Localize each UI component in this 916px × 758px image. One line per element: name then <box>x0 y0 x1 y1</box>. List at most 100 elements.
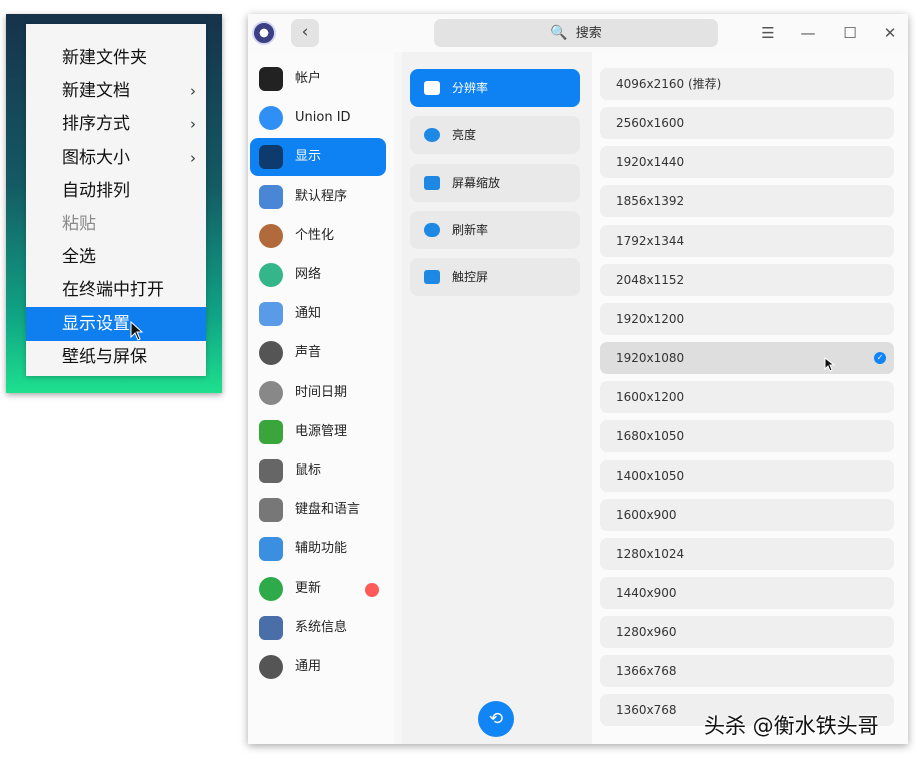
sidebar-item[interactable]: 系统信息 <box>250 609 386 647</box>
sidebar-item[interactable]: 电源管理 <box>250 413 386 451</box>
resolution-label: 4096x2160 (推荐) <box>616 77 722 91</box>
sidebar-item-label: 辅助功能 <box>295 541 348 557</box>
display-submenu: ⟲ 分辨率亮度屏幕缩放刷新率触控屏 <box>402 52 592 744</box>
resolution-label: 1680x1050 <box>616 429 685 444</box>
resolution-option[interactable]: 1366x768 <box>600 655 894 688</box>
resolution-label: 1280x960 <box>616 625 677 640</box>
sidebar-item[interactable]: 通知 <box>250 295 386 333</box>
resolution-option[interactable]: 1600x1200 <box>600 381 894 414</box>
context-menu-label: 粘贴 <box>62 214 96 234</box>
checkmark-icon: ✓ <box>874 352 886 365</box>
sidebar-item[interactable]: 通用 <box>250 648 386 686</box>
context-menu-item[interactable]: 壁纸与屏保 <box>26 340 206 374</box>
sidebar-item[interactable]: 时间日期 <box>250 374 386 412</box>
resolution-option[interactable]: 4096x2160 (推荐) <box>600 68 894 100</box>
display-submenu-item[interactable]: 分辨率 <box>410 69 580 107</box>
resolution-option[interactable]: 1440x900 <box>600 576 894 609</box>
sidebar-item[interactable]: Union ID <box>250 99 386 137</box>
mouse-pointer-icon <box>824 352 836 384</box>
sidebar-item[interactable]: 鼠标 <box>250 452 386 490</box>
display-submenu-item[interactable]: 刷新率 <box>410 210 580 249</box>
context-menu-item[interactable]: 图标大小 › <box>26 141 206 175</box>
resolution-label: 1400x1050 <box>616 468 685 483</box>
sidebar-item[interactable]: 个性化 <box>250 217 386 255</box>
general-icon <box>259 655 283 679</box>
back-button[interactable]: ‹ <box>291 19 319 47</box>
context-menu-item[interactable]: 新建文件夹 <box>26 41 206 75</box>
minimize-button[interactable]: — <box>797 22 819 44</box>
resolution-option[interactable]: 1280x1024 <box>600 537 894 570</box>
app-logo-icon <box>252 21 276 45</box>
sidebar-item[interactable]: 显示 <box>250 138 386 177</box>
rotate-screen-button[interactable]: ⟲ <box>478 701 514 737</box>
context-menu-item[interactable]: 新建文档 › <box>26 74 206 108</box>
sidebar-item-label: Union ID <box>295 110 351 126</box>
resolution-option[interactable]: 1856x1392 <box>600 185 894 218</box>
context-menu-item[interactable]: 全选 <box>26 240 206 274</box>
sidebar-item[interactable]: 声音 <box>250 334 386 372</box>
context-menu-item[interactable]: 自动排列 <box>26 174 206 208</box>
watermark-text: 头杀 @衡水铁头哥 <box>704 714 879 738</box>
sidebar-item[interactable]: 辅助功能 <box>250 530 386 568</box>
close-button[interactable]: ✕ <box>879 22 901 44</box>
resolution-option[interactable]: 2048x1152 <box>600 263 894 296</box>
display-submenu-label: 亮度 <box>452 128 477 143</box>
sidebar-item[interactable]: 键盘和语言 <box>250 491 386 529</box>
sidebar-item-label: 鼠标 <box>295 463 322 478</box>
context-menu-item[interactable]: 显示设置 <box>26 306 206 341</box>
sidebar-item-label: 声音 <box>295 345 322 361</box>
resolution-option[interactable]: 1280x960 <box>600 616 894 649</box>
sound-icon <box>259 341 283 366</box>
display-submenu-label: 触控屏 <box>452 270 489 285</box>
update-badge <box>365 583 379 597</box>
sidebar-item[interactable]: 网络 <box>250 256 386 294</box>
sidebar-item-label: 更新 <box>295 580 322 596</box>
resolution-option[interactable]: 1920x1440 <box>600 146 894 179</box>
resolution-label: 1920x1080 <box>616 351 685 366</box>
sidebar-item[interactable]: 默认程序 <box>250 178 386 216</box>
settings-sidebar: 帐户 Union ID 显示默认程序 个性化 网络 通知声音时间日期电源管理鼠标键盘和语言… <box>248 52 394 744</box>
resolution-option[interactable]: 1400x1050 <box>600 459 894 492</box>
context-menu-label: 全选 <box>62 247 96 268</box>
context-menu-item[interactable]: 排序方式 › <box>26 107 206 141</box>
context-menu-label: 新建文档 <box>62 81 130 102</box>
clock-icon <box>259 380 283 405</box>
desktop-background: 新建文件夹 新建文档 › 排序方式 › 图标大小 › 自动排列 粘贴 全选 在终端中打开 显示设置 壁纸… <box>6 14 222 393</box>
keyboard-icon <box>259 498 283 523</box>
display-submenu-item[interactable]: 屏幕缩放 <box>410 163 580 202</box>
context-menu-item[interactable]: 在终端中打开 <box>26 273 206 307</box>
sidebar-item[interactable]: 帐户 <box>250 60 386 98</box>
display-submenu-item[interactable]: 亮度 <box>410 116 580 155</box>
desktop-context-menu: 新建文件夹 新建文档 › 排序方式 › 图标大小 › 自动排列 粘贴 全选 在终端中打开 显示设置 壁纸… <box>26 24 206 376</box>
search-input[interactable]: 🔍 搜索 <box>434 19 718 47</box>
resolution-label: 1792x1344 <box>616 233 685 248</box>
display-submenu-item[interactable]: 触控屏 <box>410 258 580 297</box>
context-menu-label: 壁纸与屏保 <box>62 346 147 367</box>
sidebar-item-label: 通用 <box>295 659 322 674</box>
sidebar-item-label: 帐户 <box>295 71 322 86</box>
resolution-option[interactable]: 1920x1080 ✓ <box>600 342 894 375</box>
maximize-button[interactable]: ☐ <box>839 22 861 44</box>
sidebar-item-label: 时间日期 <box>295 384 348 400</box>
sidebar-item-label: 系统信息 <box>295 619 348 635</box>
sidebar-item-label: 显示 <box>295 149 322 165</box>
sidebar-item-label: 电源管理 <box>295 423 348 439</box>
sidebar-item-label: 键盘和语言 <box>295 502 361 518</box>
context-menu-item: 粘贴 <box>26 207 206 241</box>
resolution-option[interactable]: 1680x1050 <box>600 420 894 453</box>
brightness-icon <box>424 128 440 143</box>
update-icon <box>259 576 283 601</box>
resolution-option[interactable]: 1792x1344 <box>600 224 894 257</box>
menu-button[interactable]: ☰ <box>757 22 779 44</box>
resolution-label: 1280x1024 <box>616 546 685 561</box>
touchscreen-icon <box>424 270 440 285</box>
chevron-right-icon: › <box>190 115 196 134</box>
chevron-right-icon: › <box>190 82 196 101</box>
resolution-label: 1920x1200 <box>616 311 685 326</box>
resolution-option[interactable]: 1920x1200 <box>600 302 894 335</box>
display-submenu-label: 屏幕缩放 <box>452 175 501 190</box>
resolution-label: 1856x1392 <box>616 194 685 209</box>
resolution-option[interactable]: 1600x900 <box>600 498 894 531</box>
resolution-option[interactable]: 2560x1600 <box>600 107 894 140</box>
scale-icon <box>424 175 440 190</box>
